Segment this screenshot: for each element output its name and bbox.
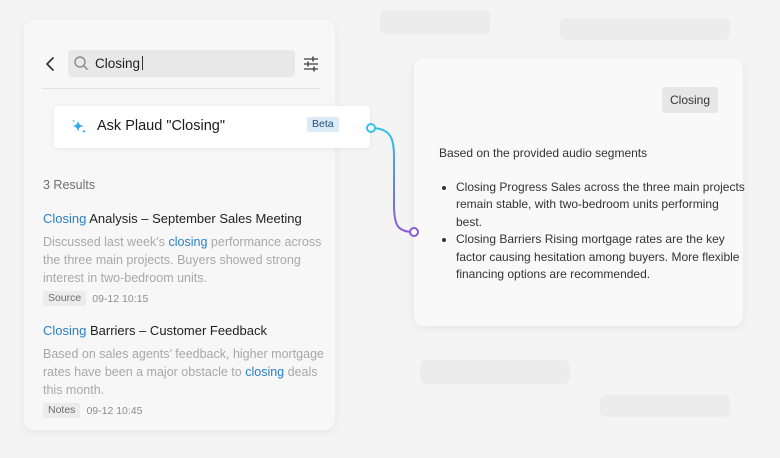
search-result[interactable]: Closing Analysis – September Sales Meeti… [43,210,328,306]
result-title-highlight: Closing [43,211,87,226]
ask-plaud-label: Ask Plaud "Closing" [97,118,225,134]
search-result[interactable]: Closing Barriers – Customer Feedback Bas… [43,322,328,418]
background-decoration [600,395,730,417]
snippet-text: Discussed last week’s [43,235,169,249]
answer-intro: Based on the provided audio segments [439,146,648,160]
results-count: 3 Results [43,178,96,192]
answer-list: Closing Progress Sales across the three … [439,179,746,283]
answer-bullet: Closing Progress Sales across the three … [456,179,746,231]
search-panel: Closing Ask Plaud "Closing" Beta 3 Resul… [24,20,370,430]
result-snippet: Based on sales agents’ feedback, higher … [43,345,328,399]
snippet-highlight: closing [168,235,208,249]
back-button[interactable] [42,54,60,74]
sparkle-icon [72,120,87,134]
snippet-highlight: closing [245,365,285,379]
search-box[interactable]: Closing [68,50,295,77]
result-title-highlight: Closing [43,323,87,338]
back-arrow-icon [46,57,54,71]
search-divider [42,88,320,89]
result-meta: Source 09-12 10:15 [43,291,328,306]
result-date: 09-12 10:15 [92,292,149,305]
search-query-text: Closing [95,56,141,71]
result-meta: Notes 09-12 10:45 [43,403,328,418]
filter-button[interactable] [302,55,320,73]
answer-panel: Closing Based on the provided audio segm… [414,58,746,326]
result-title-rest: Barriers – Customer Feedback [86,323,267,338]
filter-sliders-icon [304,56,318,72]
answer-bullet: Closing Barriers Rising mortgage rates a… [456,231,746,283]
result-tag: Source [43,291,87,306]
beta-badge: Beta [307,117,339,132]
ask-plaud-button[interactable]: Ask Plaud "Closing" Beta [54,106,370,148]
result-title: Closing Analysis – September Sales Meeti… [43,210,328,227]
result-date: 09-12 10:45 [86,404,143,417]
background-decoration [560,18,730,40]
text-caret [142,56,144,70]
search-input[interactable]: Closing [95,54,285,73]
result-tag: Notes [43,403,81,418]
result-title: Closing Barriers – Customer Feedback [43,322,328,339]
result-title-rest: Analysis – September Sales Meeting [86,211,302,226]
background-decoration [420,360,570,384]
query-chip: Closing [662,87,719,113]
result-snippet: Discussed last week’s closing performanc… [43,233,328,287]
search-icon [74,56,88,70]
background-decoration [380,10,490,34]
